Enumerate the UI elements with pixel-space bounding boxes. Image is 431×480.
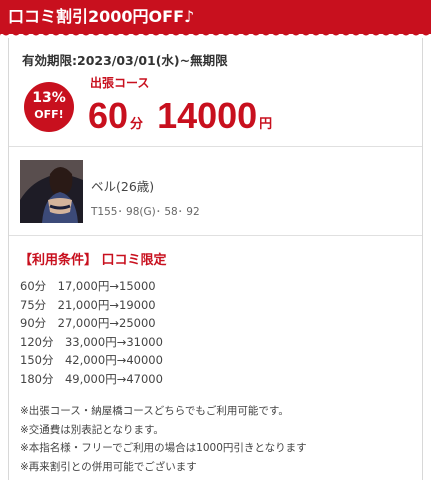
price-list-item: 120分 33,000円→31000 [20,334,163,349]
conditions-heading: 【利用条件】 口コミ限定 [19,253,167,268]
price-list: 60分 17,000円→15000 75分 21,000円→19000 90分 … [20,277,163,388]
girl-photo-image [20,160,83,223]
course-minutes: 60 [88,95,129,136]
girl-stats: T155･ 98(G)･ 58･ 92 [91,206,200,218]
coupon-page: 口コミ割引2000円OFF♪ 有効期限:2023/03/01(水)~無期限 13… [0,0,431,480]
discount-off-label: OFF! [34,108,64,121]
section-divider [9,235,422,236]
discount-badge: 13% OFF! [24,82,74,132]
note-item: ※本指名様・フリーでご利用の場合は1000円引きとなります [20,442,307,454]
coupon-card[interactable]: 有効期限:2023/03/01(水)~無期限 13% OFF! 出張コース 60… [8,38,423,480]
price-list-item: 180分 49,000円→47000 [20,371,163,386]
note-item: ※再来割引との併用可能でございます [20,460,197,473]
coupon-banner: 口コミ割引2000円OFF♪ [0,0,431,34]
price-list-item: 60分 17,000円→15000 [20,279,156,293]
banner-title: 口コミ割引2000円OFF♪ [8,7,195,26]
note-item: ※交通費は別表記となります。 [20,423,164,436]
price-unit: 円 [259,116,273,131]
price-list-item: 90分 27,000円→25000 [20,316,156,330]
price-list-item: 75分 21,000円→19000 [20,297,156,312]
banner-scallop-edge [0,30,431,36]
validity-period: 有効期限:2023/03/01(水)~無期限 [22,53,228,68]
note-item: ※出張コース・納屋橋コースどちらでもご利用可能です。 [20,405,289,417]
discount-percent: 13% [32,90,66,106]
minutes-unit: 分 [130,116,144,131]
notes-list: ※出張コース・納屋橋コースどちらでもご利用可能です。 ※交通費は別表記となります… [20,402,307,476]
course-price: 14000 [157,95,258,136]
girl-photo[interactable] [20,160,83,223]
course-price-row: 60 分 14000 円 [88,96,272,136]
price-list-item: 150分 42,000円→40000 [20,353,163,367]
girl-name[interactable]: ベル(26歳) [91,176,154,195]
course-label: 出張コース [90,76,150,90]
section-divider [9,146,422,147]
